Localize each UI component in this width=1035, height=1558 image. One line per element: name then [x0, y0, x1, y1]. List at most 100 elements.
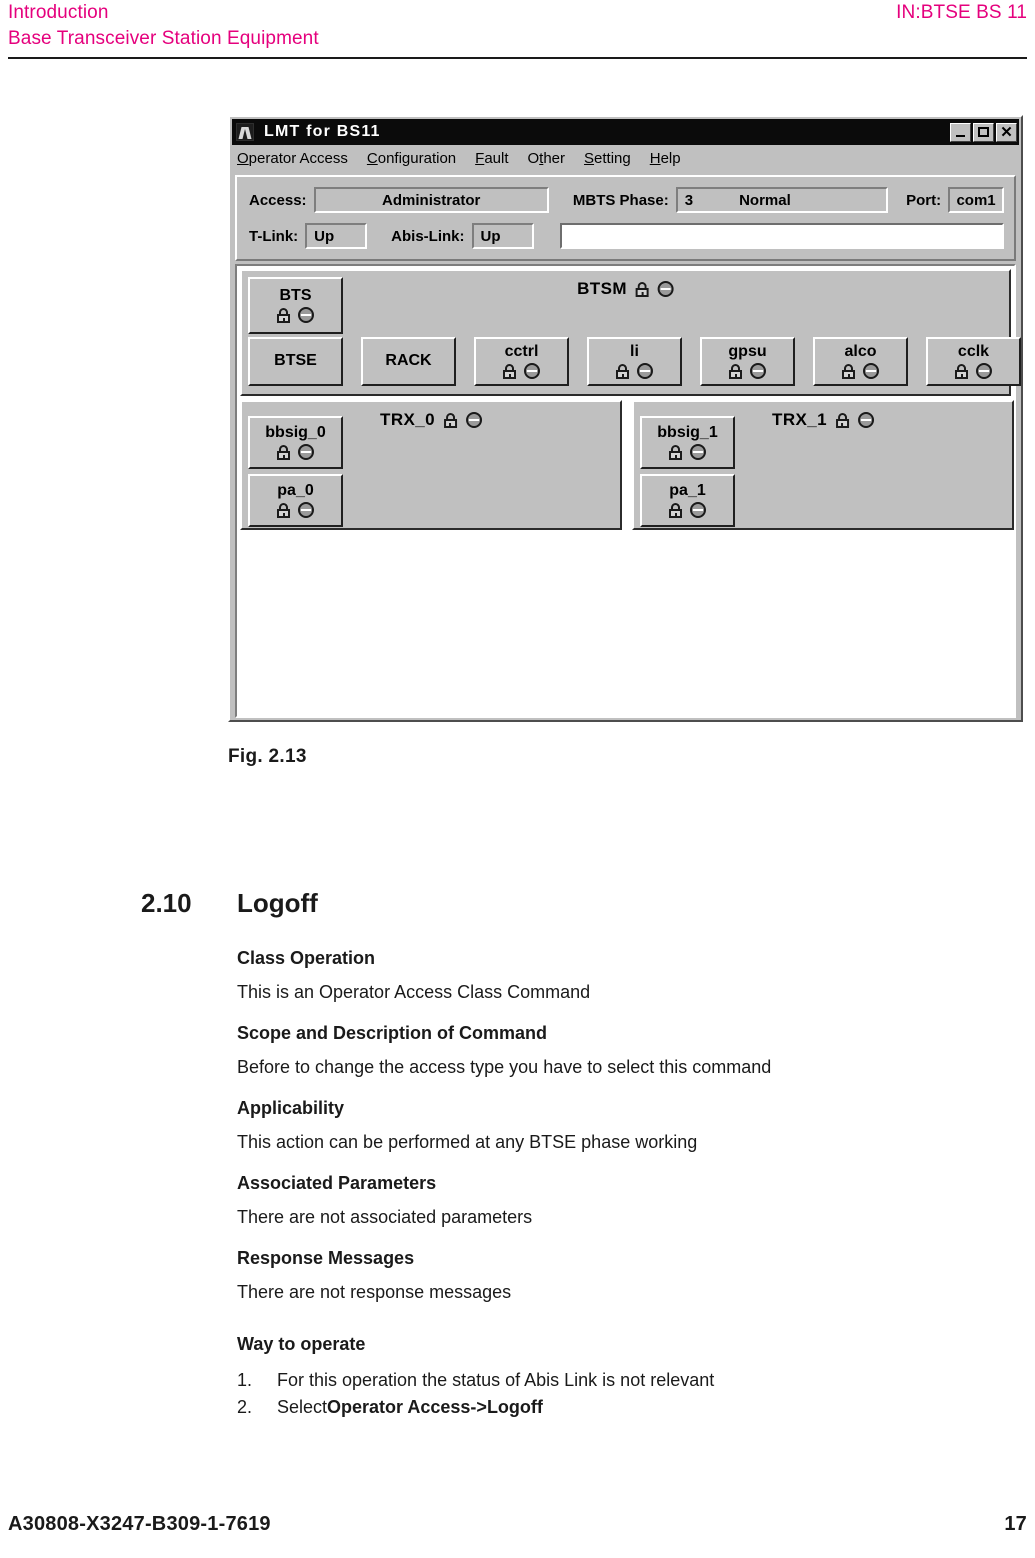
subheading-way-to-operate: Way to operate: [237, 1334, 366, 1354]
figure-caption: Fig. 2.13: [228, 746, 307, 767]
btsm-group-title: BTSM: [577, 279, 674, 299]
disabled-oval-icon: [637, 363, 653, 379]
node-pa-1[interactable]: pa_1: [640, 474, 735, 527]
menu-setting[interactable]: Setting: [584, 150, 631, 167]
lock-icon: [635, 281, 649, 297]
node-alco[interactable]: alco: [813, 337, 908, 386]
tlink-label: T-Link:: [249, 227, 299, 245]
lock-icon: [277, 307, 290, 323]
section-2-10: 2.10 Logoff Class Operation This is an O…: [141, 888, 941, 1421]
node-pa-0[interactable]: pa_0: [248, 474, 343, 527]
subheading-associated-parameters: Associated Parameters: [237, 1173, 437, 1193]
node-bbsig-0[interactable]: bbsig_0: [248, 416, 343, 469]
disabled-oval-icon: [524, 363, 540, 379]
minimize-icon: [956, 134, 965, 137]
mbts-phase-label: MBTS Phase:: [572, 191, 669, 209]
disabled-oval-icon: [298, 502, 314, 518]
disabled-oval-icon: [976, 363, 992, 379]
node-bts[interactable]: BTS: [248, 277, 343, 334]
figure-2-13: LMT for BS11 ✕ Operator Access Configura…: [228, 115, 1023, 768]
window-controls: ✕: [950, 122, 1017, 142]
status-panel: Access: Administrator MBTS Phase: 3 Norm…: [235, 175, 1016, 261]
lmt-application-window: LMT for BS11 ✕ Operator Access Configura…: [228, 115, 1023, 722]
btsm-group[interactable]: BTSM BTS BTSE RACK cctrl li gpsu alco cc…: [240, 269, 1021, 396]
port-label: Port:: [906, 191, 942, 209]
node-li-icons: [616, 363, 653, 380]
menubar: Operator Access Configuration Fault Othe…: [232, 145, 1019, 171]
lock-icon: [503, 363, 516, 379]
node-rack[interactable]: RACK: [361, 337, 456, 386]
lock-icon: [842, 363, 855, 379]
lock-icon: [835, 412, 849, 428]
page-header: Introduction IN:BTSE BS 11 Base Transcei…: [0, 0, 1035, 56]
close-button[interactable]: ✕: [996, 122, 1017, 142]
window-title: LMT for BS11: [264, 123, 381, 140]
lock-icon: [277, 502, 290, 518]
step-2-menu-path: Operator Access->Logoff: [327, 1397, 543, 1417]
node-bts-label: BTS: [279, 286, 312, 304]
disabled-oval-icon: [750, 363, 766, 379]
node-cctrl[interactable]: cctrl: [474, 337, 569, 386]
paragraph-class-operation: This is an Operator Access Class Command: [237, 982, 591, 1002]
node-cctrl-icons: [503, 363, 540, 380]
header-doc-ref: IN:BTSE BS 11: [896, 2, 1027, 23]
node-bbsig-0-icons: [277, 444, 314, 461]
node-rack-label: RACK: [385, 352, 432, 369]
node-bbsig-1[interactable]: bbsig_1: [640, 416, 735, 469]
minimize-button[interactable]: [950, 122, 971, 142]
node-li[interactable]: li: [587, 337, 682, 386]
footer-page-number: 17: [1004, 1513, 1027, 1535]
lock-icon: [955, 363, 968, 379]
access-value-field: Administrator: [313, 187, 549, 213]
step-2-number: 2.: [237, 1397, 253, 1417]
node-pa-0-label: pa_0: [277, 481, 314, 499]
trx1-title-label: TRX_1: [772, 410, 827, 429]
status-row-top: Access: Administrator MBTS Phase: 3 Norm…: [249, 186, 1004, 214]
section-heading: 2.10 Logoff: [141, 888, 941, 919]
paragraph-scope-description: Before to change the access type you hav…: [237, 1057, 772, 1077]
disabled-oval-icon: [863, 363, 879, 379]
disabled-oval-icon: [298, 307, 314, 323]
node-gpsu[interactable]: gpsu: [700, 337, 795, 386]
lock-icon: [443, 412, 457, 428]
menu-help-rest: elp: [660, 149, 681, 167]
disabled-oval-icon: [690, 444, 706, 460]
menu-other-rest: her: [543, 149, 566, 167]
node-cclk-icons: [955, 363, 992, 380]
menu-configuration[interactable]: Configuration: [367, 150, 456, 167]
menu-operator-access[interactable]: Operator Access: [237, 150, 348, 167]
footer-document-id: A30808-X3247-B309-1-7619: [8, 1513, 271, 1535]
menu-fault-rest: ault: [484, 149, 509, 167]
equipment-tree-canvas: BTSM BTS BTSE RACK cctrl li gpsu alco cc…: [235, 264, 1021, 718]
lock-icon: [669, 502, 682, 518]
command-input[interactable]: [559, 223, 1004, 249]
menu-fault[interactable]: Fault: [475, 150, 508, 167]
header-title-line1: Introduction: [8, 2, 109, 23]
disabled-oval-icon: [857, 412, 874, 428]
list-item: 1. For this operation the status of Abis…: [237, 1367, 941, 1394]
trx1-group[interactable]: TRX_1 bbsig_1 pa_1: [632, 400, 1014, 530]
close-icon: ✕: [1000, 123, 1013, 141]
port-value-field: com1: [948, 187, 1004, 213]
step-1-text: For this operation the status of Abis Li…: [277, 1370, 715, 1390]
menu-help[interactable]: Help: [650, 150, 681, 167]
trx0-group[interactable]: TRX_0 bbsig_0 pa_0: [240, 400, 622, 530]
way-to-operate-steps: 1. For this operation the status of Abis…: [237, 1367, 941, 1421]
node-btse[interactable]: BTSE: [248, 337, 343, 386]
menu-operator-access-rest: perator Access: [248, 149, 348, 167]
disabled-oval-icon: [298, 444, 314, 460]
paragraph-response-messages: There are not response messages: [237, 1282, 512, 1302]
menu-other[interactable]: Other: [528, 150, 566, 167]
node-alco-icons: [842, 363, 879, 380]
subheading-scope-description: Scope and Description of Command: [237, 1023, 548, 1043]
menu-setting-rest: etting: [594, 149, 631, 167]
access-label: Access:: [249, 191, 307, 209]
lock-icon: [277, 444, 290, 460]
list-item: 2. Select Operator Access->Logoff: [237, 1394, 941, 1421]
disabled-oval-icon: [690, 502, 706, 518]
node-cclk[interactable]: cclk: [926, 337, 1021, 386]
mbts-phase-state: Normal: [739, 191, 791, 209]
maximize-button[interactable]: [973, 122, 994, 142]
section-body: Class Operation This is an Operator Acce…: [141, 947, 941, 1421]
window-titlebar: LMT for BS11 ✕: [232, 119, 1019, 145]
